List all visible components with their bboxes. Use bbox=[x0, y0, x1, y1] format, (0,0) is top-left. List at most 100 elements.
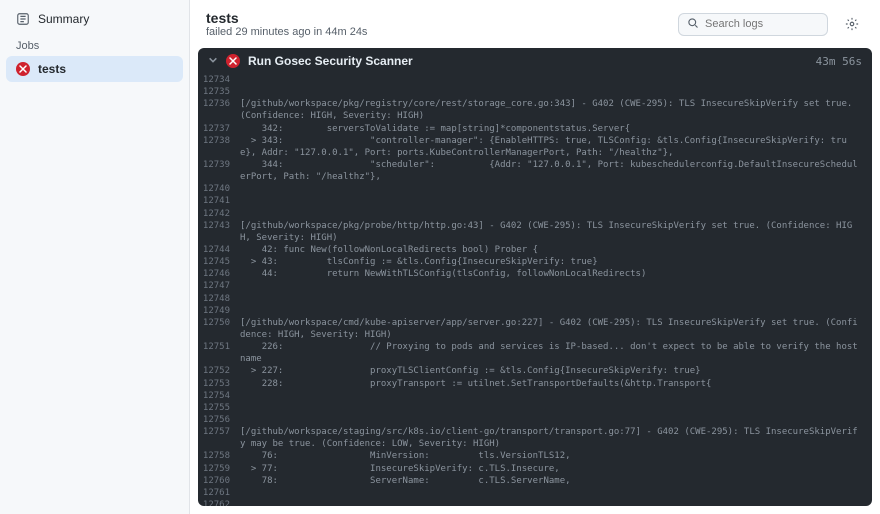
line-text: 78: ServerName: c.TLS.ServerName, bbox=[240, 475, 872, 487]
line-text bbox=[240, 183, 872, 195]
sidebar-jobs-header: Jobs bbox=[6, 32, 183, 56]
log-line: 12758 76: MinVersion: tls.VersionTLS12, bbox=[198, 450, 872, 462]
line-text: 226: // Proxying to pods and services is… bbox=[240, 341, 872, 365]
line-number: 12737 bbox=[198, 123, 240, 135]
log-line: 12760 78: ServerName: c.TLS.ServerName, bbox=[198, 475, 872, 487]
sidebar-job-tests[interactable]: tests bbox=[6, 56, 183, 82]
line-number: 12759 bbox=[198, 463, 240, 475]
settings-button[interactable] bbox=[840, 12, 864, 36]
log-line: 12756 bbox=[198, 414, 872, 426]
step-name: Run Gosec Security Scanner bbox=[248, 54, 808, 68]
line-text: [/github/workspace/cmd/kube-apiserver/ap… bbox=[240, 317, 872, 341]
log-line: 12753 228: proxyTransport := utilnet.Set… bbox=[198, 378, 872, 390]
line-text bbox=[240, 74, 872, 86]
chevron-down-icon bbox=[208, 54, 218, 68]
page-subtitle: failed 29 minutes ago in 44m 24s bbox=[206, 26, 666, 38]
line-text bbox=[240, 487, 872, 499]
log-line: 12754 bbox=[198, 390, 872, 402]
sidebar: Summary Jobs tests bbox=[0, 0, 190, 514]
log-line: 12749 bbox=[198, 305, 872, 317]
title-block: tests failed 29 minutes ago in 44m 24s bbox=[206, 10, 666, 38]
log-line: 12742 bbox=[198, 208, 872, 220]
line-number: 12748 bbox=[198, 293, 240, 305]
log-line: 12750[/github/workspace/cmd/kube-apiserv… bbox=[198, 317, 872, 341]
search-icon bbox=[687, 17, 699, 32]
log-line: 12757[/github/workspace/staging/src/k8s.… bbox=[198, 426, 872, 450]
line-text: 42: func New(followNonLocalRedirects boo… bbox=[240, 244, 872, 256]
line-number: 12761 bbox=[198, 487, 240, 499]
line-text: [/github/workspace/pkg/probe/http/http.g… bbox=[240, 220, 872, 244]
step-header[interactable]: Run Gosec Security Scanner 43m 56s bbox=[198, 48, 872, 74]
log-line: 12745 > 43: tlsConfig := &tls.Config{Ins… bbox=[198, 256, 872, 268]
log-line: 12747 bbox=[198, 280, 872, 292]
line-number: 12739 bbox=[198, 159, 240, 183]
log-line: 12751 226: // Proxying to pods and servi… bbox=[198, 341, 872, 365]
line-number: 12760 bbox=[198, 475, 240, 487]
line-number: 12742 bbox=[198, 208, 240, 220]
line-text: 76: MinVersion: tls.VersionTLS12, bbox=[240, 450, 872, 462]
log-line: 12741 bbox=[198, 195, 872, 207]
line-text: 44: return NewWithTLSConfig(tlsConfig, f… bbox=[240, 268, 872, 280]
line-text bbox=[240, 305, 872, 317]
log-line: 12744 42: func New(followNonLocalRedirec… bbox=[198, 244, 872, 256]
line-number: 12745 bbox=[198, 256, 240, 268]
sidebar-job-label: tests bbox=[38, 62, 66, 76]
sidebar-summary[interactable]: Summary bbox=[6, 6, 183, 32]
main-header: tests failed 29 minutes ago in 44m 24s bbox=[190, 0, 880, 44]
line-text bbox=[240, 208, 872, 220]
log-line: 12746 44: return NewWithTLSConfig(tlsCon… bbox=[198, 268, 872, 280]
line-number: 12753 bbox=[198, 378, 240, 390]
line-text bbox=[240, 390, 872, 402]
line-text: [/github/workspace/pkg/registry/core/res… bbox=[240, 98, 872, 122]
step-duration: 43m 56s bbox=[816, 55, 862, 68]
log-line: 12752 > 227: proxyTLSClientConfig := &tl… bbox=[198, 365, 872, 377]
fail-icon bbox=[226, 54, 240, 68]
line-number: 12740 bbox=[198, 183, 240, 195]
page-title: tests bbox=[206, 10, 666, 26]
log-line: 12739 344: "scheduler": {Addr: "127.0.0.… bbox=[198, 159, 872, 183]
line-number: 12741 bbox=[198, 195, 240, 207]
line-number: 12757 bbox=[198, 426, 240, 450]
log-line: 12755 bbox=[198, 402, 872, 414]
line-text bbox=[240, 280, 872, 292]
line-number: 12756 bbox=[198, 414, 240, 426]
line-number: 12746 bbox=[198, 268, 240, 280]
log-panel: Run Gosec Security Scanner 43m 56s 12734… bbox=[198, 48, 872, 506]
log-line: 12734 bbox=[198, 74, 872, 86]
line-number: 12758 bbox=[198, 450, 240, 462]
search-box[interactable] bbox=[678, 13, 828, 36]
line-text: [/github/workspace/staging/src/k8s.io/cl… bbox=[240, 426, 872, 450]
log-line: 12740 bbox=[198, 183, 872, 195]
line-text bbox=[240, 402, 872, 414]
log-line: 12759 > 77: InsecureSkipVerify: c.TLS.In… bbox=[198, 463, 872, 475]
line-number: 12750 bbox=[198, 317, 240, 341]
line-number: 12735 bbox=[198, 86, 240, 98]
line-text bbox=[240, 293, 872, 305]
line-text: > 343: "controller-manager": {EnableHTTP… bbox=[240, 135, 872, 159]
line-number: 12744 bbox=[198, 244, 240, 256]
log-line: 12761 bbox=[198, 487, 872, 499]
search-input[interactable] bbox=[705, 18, 819, 30]
line-number: 12762 bbox=[198, 499, 240, 506]
fail-icon bbox=[16, 62, 30, 76]
line-text: > 43: tlsConfig := &tls.Config{InsecureS… bbox=[240, 256, 872, 268]
main-panel: tests failed 29 minutes ago in 44m 24s R… bbox=[190, 0, 880, 514]
summary-icon bbox=[16, 12, 30, 26]
line-number: 12734 bbox=[198, 74, 240, 86]
log-line: 12762 bbox=[198, 499, 872, 506]
line-text bbox=[240, 195, 872, 207]
log-body[interactable]: 127341273512736[/github/workspace/pkg/re… bbox=[198, 74, 872, 506]
log-line: 12736[/github/workspace/pkg/registry/cor… bbox=[198, 98, 872, 122]
line-number: 12747 bbox=[198, 280, 240, 292]
line-number: 12752 bbox=[198, 365, 240, 377]
line-text bbox=[240, 499, 872, 506]
line-number: 12755 bbox=[198, 402, 240, 414]
line-number: 12751 bbox=[198, 341, 240, 365]
line-text bbox=[240, 414, 872, 426]
line-text: 228: proxyTransport := utilnet.SetTransp… bbox=[240, 378, 872, 390]
log-line: 12738 > 343: "controller-manager": {Enab… bbox=[198, 135, 872, 159]
line-text: > 227: proxyTLSClientConfig := &tls.Conf… bbox=[240, 365, 872, 377]
line-number: 12754 bbox=[198, 390, 240, 402]
log-line: 12737 342: serversToValidate := map[stri… bbox=[198, 123, 872, 135]
line-number: 12749 bbox=[198, 305, 240, 317]
